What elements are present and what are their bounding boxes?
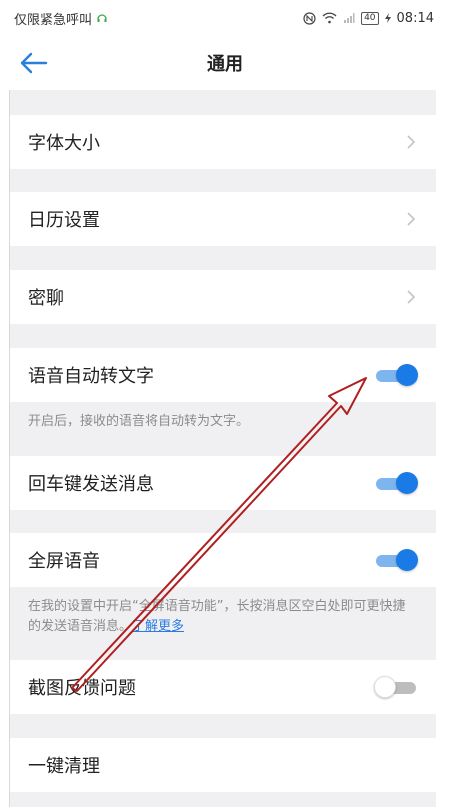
settings-row-calendar[interactable]: 日历设置 bbox=[10, 192, 436, 246]
settings-row-screenshot-feedback: 截图反馈问题 bbox=[10, 660, 436, 714]
nfc-icon bbox=[303, 11, 316, 25]
fullscreen-voice-toggle[interactable] bbox=[374, 549, 418, 571]
clock-text: 08:14 bbox=[396, 10, 434, 26]
chevron-right-icon bbox=[407, 212, 416, 226]
signal-icon bbox=[344, 13, 355, 23]
row-label-enter-send: 回车键发送消息 bbox=[28, 474, 154, 495]
voice-to-text-note: 开启后，接收的语音将自动转为文字。 bbox=[10, 404, 436, 454]
back-button[interactable] bbox=[20, 46, 60, 80]
headset-icon bbox=[97, 14, 107, 22]
battery-indicator: 40 bbox=[361, 11, 379, 25]
toggle-knob bbox=[396, 364, 418, 386]
charging-icon bbox=[384, 13, 391, 23]
settings-row-voice-to-text: 语音自动转文字 bbox=[10, 348, 436, 402]
row-label-fullscreen-voice: 全屏语音 bbox=[28, 551, 100, 572]
row-label-one-key-clean: 一键清理 bbox=[28, 756, 100, 777]
settings-row-font-size[interactable]: 字体大小 bbox=[10, 115, 436, 169]
wifi-icon bbox=[322, 12, 337, 24]
page-title: 通用 bbox=[207, 54, 243, 75]
nav-header: 通用 bbox=[0, 36, 450, 90]
fullscreen-voice-note-text: 在我的设置中开启“全屏语音功能”，长按消息区空白处即可更快捷的发送语音消息。 bbox=[28, 599, 406, 634]
carrier-text: 仅限紧急呼叫 bbox=[14, 12, 93, 28]
row-label-font-size: 字体大小 bbox=[28, 133, 100, 154]
settings-row-one-key-clean[interactable]: 一键清理 bbox=[10, 738, 436, 792]
chevron-right-icon bbox=[407, 290, 416, 304]
settings-row-secret-chat[interactable]: 密聊 bbox=[10, 270, 436, 324]
back-arrow-icon bbox=[20, 52, 48, 74]
row-label-secret-chat: 密聊 bbox=[28, 288, 64, 309]
status-bar: 仅限紧急呼叫 40 08:14 bbox=[0, 0, 450, 36]
voice-to-text-toggle[interactable] bbox=[374, 364, 418, 386]
status-bar-right: 40 08:14 bbox=[303, 11, 434, 26]
screenshot-feedback-toggle[interactable] bbox=[374, 676, 418, 698]
status-bar-left: 仅限紧急呼叫 bbox=[14, 9, 108, 28]
toggle-knob bbox=[396, 549, 418, 571]
row-label-voice-to-text: 语音自动转文字 bbox=[28, 366, 154, 387]
settings-row-enter-send: 回车键发送消息 bbox=[10, 456, 436, 510]
chevron-right-icon bbox=[407, 135, 416, 149]
toggle-knob bbox=[396, 472, 418, 494]
voice-to-text-note-text: 开启后，接收的语音将自动转为文字。 bbox=[28, 414, 250, 429]
right-edge-panel bbox=[436, 90, 450, 807]
toggle-knob bbox=[374, 676, 396, 698]
row-label-screenshot-feedback: 截图反馈问题 bbox=[28, 678, 136, 699]
row-label-calendar: 日历设置 bbox=[28, 210, 100, 231]
fullscreen-voice-note: 在我的设置中开启“全屏语音功能”，长按消息区空白处即可更快捷的发送语音消息。了解… bbox=[10, 589, 436, 659]
settings-row-fullscreen-voice: 全屏语音 bbox=[10, 533, 436, 587]
learn-more-link[interactable]: 了解更多 bbox=[132, 619, 184, 634]
enter-send-toggle[interactable] bbox=[374, 472, 418, 494]
